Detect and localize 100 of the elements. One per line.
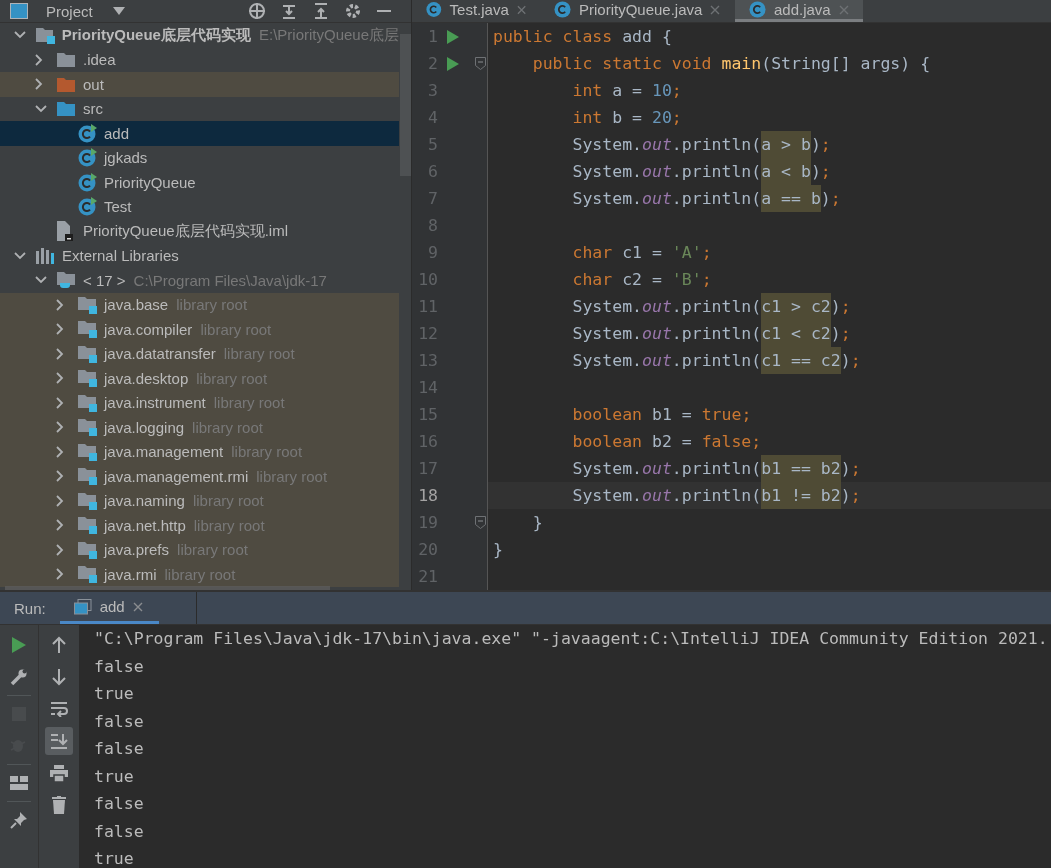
fold-marker-icon[interactable] [475, 516, 486, 529]
tree-item[interactable]: PriorityQueue [0, 170, 399, 195]
library-folder-icon [78, 344, 98, 363]
chevron-right-icon[interactable] [35, 78, 43, 91]
class-icon [78, 123, 97, 143]
item-label: PriorityQueue [104, 173, 196, 191]
chevron-right-icon[interactable] [56, 396, 64, 409]
item-label: java.prefs [104, 541, 170, 559]
code-line: boolean b1 = true; [571, 405, 752, 424]
console-output-line: true [94, 683, 135, 705]
code-line: boolean b2 = false; [571, 432, 762, 451]
run-icon[interactable] [447, 56, 459, 71]
wrench-icon[interactable] [10, 668, 28, 686]
close-icon[interactable] [710, 4, 721, 15]
jdk-folder-icon [57, 271, 77, 290]
scrollbar[interactable] [400, 34, 411, 176]
module-folder-icon [35, 26, 56, 45]
tree-item[interactable]: Test [0, 194, 399, 219]
item-label: java.naming [104, 492, 185, 510]
item-label: java.net.http [104, 516, 186, 534]
chevron-right-icon[interactable] [56, 323, 64, 336]
library-folder-icon [78, 540, 98, 559]
close-icon[interactable] [516, 4, 526, 15]
chevron-right-icon[interactable] [56, 347, 64, 360]
panel-title: Project [46, 2, 93, 20]
item-label: java.datatransfer [104, 345, 216, 363]
editor-tab[interactable]: add.java [735, 0, 863, 22]
item-label: External Libraries [62, 247, 179, 265]
editor-tab[interactable]: PriorityQueue.java [540, 0, 735, 22]
library-folder-icon [78, 369, 98, 388]
line-number: 18 [417, 486, 438, 505]
arrow-up-icon[interactable] [52, 636, 66, 654]
tree-item[interactable]: < 17 > C:\Program Files\Java\jdk-17 [0, 268, 399, 293]
tree-item[interactable]: add [0, 121, 399, 146]
chevron-right-icon[interactable] [56, 543, 64, 556]
file-icon [57, 221, 73, 242]
tree-item[interactable]: jgkads [0, 145, 399, 170]
chevron-down-icon[interactable] [14, 31, 26, 40]
arrow-down-icon[interactable] [52, 668, 66, 686]
folder-icon [57, 52, 75, 68]
toolbar-button[interactable] [45, 727, 73, 755]
class-icon [749, 1, 766, 18]
item-hint: C:\Program Files\Java\jdk-17 [133, 271, 327, 289]
layout-icon[interactable] [10, 776, 28, 790]
chevron-right-icon[interactable] [56, 421, 64, 434]
library-folder-icon [78, 418, 98, 437]
item-label: java.management.rmi [104, 467, 249, 485]
console-output-line: true [94, 765, 135, 788]
item-label: src [83, 100, 103, 118]
chevron-down-icon[interactable] [14, 251, 26, 260]
settings-icon[interactable] [343, 2, 362, 20]
pin-icon[interactable] [10, 811, 28, 829]
dropdown-caret-icon[interactable] [112, 7, 125, 15]
crosshair-icon[interactable] [247, 2, 266, 20]
item-label: add [104, 124, 130, 142]
tree-item[interactable]: External Libraries [0, 243, 399, 268]
tree-item[interactable]: PriorityQueue底层代码实现 E:\PriorityQueue底层 [0, 23, 399, 48]
class-icon [78, 197, 97, 217]
library-folder-icon [78, 295, 98, 314]
library-folder-icon [78, 491, 98, 510]
console-output-line: false [94, 820, 145, 843]
tree-item[interactable]: out [0, 72, 399, 97]
chevron-right-icon[interactable] [56, 372, 64, 385]
chevron-right-icon[interactable] [56, 470, 64, 483]
chevron-right-icon[interactable] [56, 298, 64, 311]
item-label: java.desktop [104, 369, 189, 387]
item-label: java.base [104, 296, 169, 314]
code-line: int b = 20; [571, 108, 682, 127]
item-label: out [83, 75, 104, 93]
chevron-right-icon[interactable] [56, 494, 64, 507]
printer-icon[interactable] [50, 764, 68, 782]
tree-item[interactable]: src [0, 96, 399, 121]
folder-icon [57, 101, 75, 117]
tree-item[interactable]: .idea [0, 47, 399, 72]
code-line: } [492, 540, 503, 559]
soft-wrap-icon[interactable] [50, 701, 68, 717]
chevron-right-icon[interactable] [56, 519, 64, 532]
console-output-line: "C:\Program Files\Java\jdk-17\bin\java.exe" "-javaagent:C:\IntelliJ IDEA Community Edition 2021. [94, 628, 1049, 650]
chevron-right-icon[interactable] [56, 445, 64, 458]
run-tab[interactable]: add [59, 592, 159, 624]
item-label: jgkads [104, 149, 148, 167]
chevron-right-icon[interactable] [56, 568, 64, 581]
item-label: PriorityQueue底层代码实现.iml [83, 221, 289, 241]
library-folder-icon [78, 516, 98, 535]
tree-item[interactable]: PriorityQueue底层代码实现.iml [0, 219, 399, 244]
run-icon[interactable] [11, 636, 27, 654]
run-icon[interactable] [447, 29, 459, 44]
trash-icon[interactable] [52, 796, 66, 814]
library-folder-icon [78, 393, 98, 412]
item-label: Test [104, 198, 132, 216]
folder-icon [57, 76, 75, 92]
close-icon[interactable] [132, 601, 143, 612]
scroll-to-end-icon[interactable] [50, 733, 68, 749]
code-line: public static void main(String[] args) { [531, 54, 931, 73]
chevron-right-icon[interactable] [35, 53, 43, 66]
chevron-down-icon[interactable] [35, 104, 47, 113]
chevron-down-icon[interactable] [35, 276, 47, 285]
fold-marker-icon[interactable] [475, 57, 486, 70]
editor-tab[interactable]: Test.java [412, 0, 540, 22]
library-folder-icon [78, 442, 98, 461]
